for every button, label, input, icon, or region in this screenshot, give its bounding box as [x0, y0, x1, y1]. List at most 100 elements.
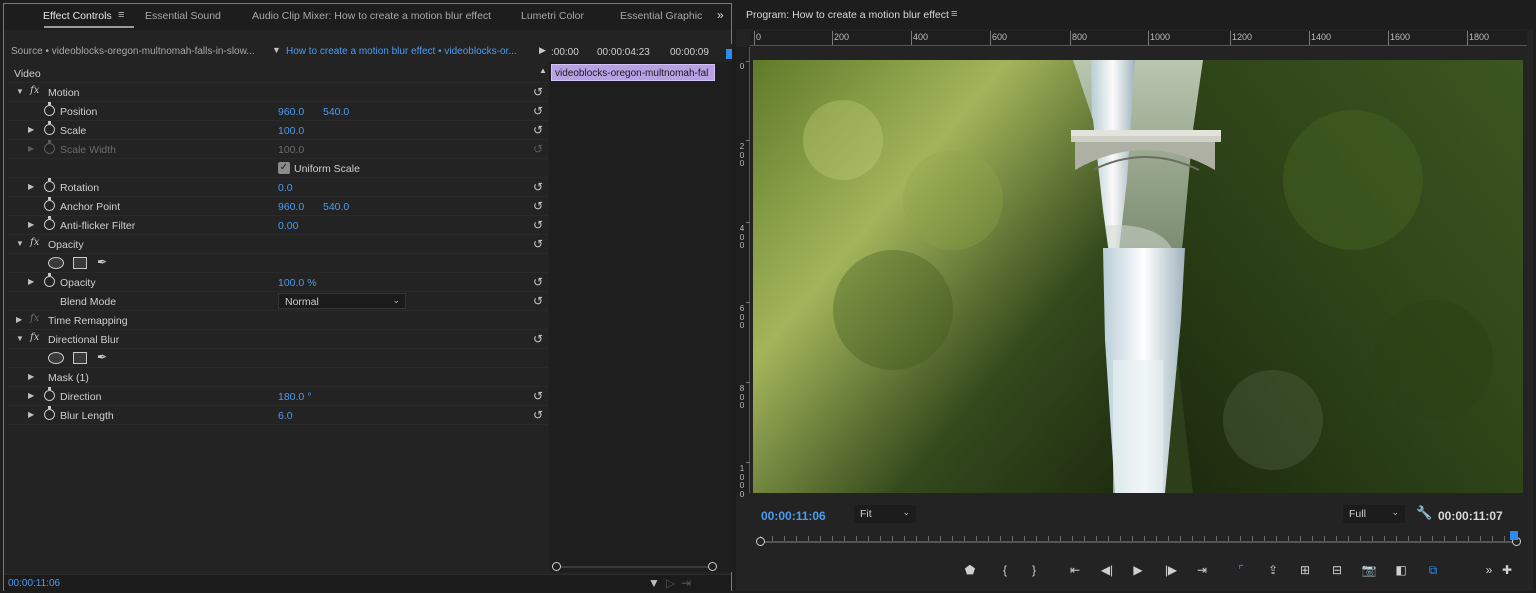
twirl-down-icon[interactable]: ▼	[16, 87, 24, 96]
stopwatch-icon[interactable]	[44, 406, 55, 420]
scale-value[interactable]: 100.0	[278, 125, 304, 137]
fx-toggle-icon[interactable]: fx	[30, 332, 39, 343]
program-monitor-title[interactable]: Program: How to create a motion blur eff…	[746, 9, 949, 21]
stopwatch-icon[interactable]	[44, 273, 55, 287]
twirl-right-icon[interactable]: ▶	[28, 372, 34, 381]
twirl-right-icon[interactable]: ▶	[28, 391, 34, 400]
add-button-icon[interactable]: ✚	[1498, 563, 1516, 577]
go-to-out-icon[interactable]: ⇥	[1193, 563, 1211, 577]
show-timeline-icon[interactable]: ▶	[539, 45, 546, 56]
reset-icon[interactable]: ↺	[533, 408, 543, 422]
twirl-right-icon[interactable]: ▶	[16, 315, 22, 324]
scrubber-track[interactable]	[760, 541, 1516, 543]
effect-controls-timeline[interactable]: :00:00 00:00:04:23 00:00:09 videoblocks-…	[549, 44, 732, 572]
playhead-marker[interactable]	[1510, 531, 1518, 540]
insert-icon[interactable]: ⊞	[1296, 563, 1314, 577]
reset-icon[interactable]: ↺	[533, 180, 543, 194]
go-to-in-icon[interactable]: ⇤	[1066, 563, 1084, 577]
zoom-level-select[interactable]: Fit ⌄	[854, 505, 916, 523]
timeline-clip[interactable]: videoblocks-oregon-multnomah-fal	[551, 64, 715, 81]
panel-menu-icon[interactable]: ≡	[951, 8, 957, 20]
reset-icon[interactable]: ↺	[533, 199, 543, 213]
twirl-right-icon[interactable]: ▶	[28, 220, 34, 229]
stopwatch-icon[interactable]	[44, 102, 55, 116]
playback-resolution-select[interactable]: Full ⌄	[1343, 505, 1405, 523]
effect-row-time-remapping[interactable]: ▶ fx Time Remapping	[8, 311, 548, 330]
effect-row-directional-blur[interactable]: ▼ fx Directional Blur ↺	[8, 330, 548, 349]
twirl-right-icon[interactable]: ▶	[28, 277, 34, 286]
mask-label[interactable]: Mask (1)	[48, 372, 89, 384]
overwrite-icon[interactable]: ⊟	[1328, 563, 1346, 577]
tab-essential-graphics[interactable]: Essential Graphic	[620, 10, 702, 22]
pen-mask-icon[interactable]: ✒	[97, 255, 107, 269]
filter-icon[interactable]: ▼	[648, 576, 666, 590]
twirl-right-icon[interactable]: ▶	[28, 410, 34, 419]
twirl-down-icon[interactable]: ▼	[16, 239, 24, 248]
effect-row-motion[interactable]: ▼ fx Motion ↺	[8, 83, 548, 102]
sequence-clip-link[interactable]: How to create a motion blur effect • vid…	[286, 46, 517, 57]
stopwatch-icon[interactable]	[44, 387, 55, 401]
step-back-icon[interactable]: ◀|	[1098, 563, 1116, 577]
reset-icon[interactable]: ↺	[533, 332, 543, 346]
reset-icon[interactable]: ↺	[533, 294, 543, 308]
program-scrubber[interactable]	[756, 531, 1521, 549]
collapse-arrow-icon[interactable]: ▲	[539, 66, 547, 75]
stopwatch-icon[interactable]	[44, 121, 55, 135]
direction-value[interactable]: 180.0 °	[278, 391, 311, 403]
panel-menu-icon[interactable]: ≡	[118, 9, 124, 21]
tab-essential-sound[interactable]: Essential Sound	[145, 10, 221, 22]
reset-icon[interactable]: ↺	[533, 389, 543, 403]
reset-icon[interactable]: ↺	[533, 123, 543, 137]
rotation-value[interactable]: 0.0	[278, 182, 293, 194]
timeline-zoom-track[interactable]	[555, 566, 716, 568]
tab-lumetri-color[interactable]: Lumetri Color	[521, 10, 584, 22]
tab-audio-clip-mixer[interactable]: Audio Clip Mixer: How to create a motion…	[252, 10, 491, 22]
tab-overflow-icon[interactable]: »	[717, 8, 724, 22]
twirl-down-icon[interactable]: ▼	[16, 334, 24, 343]
fx-toggle-icon[interactable]: fx	[30, 237, 39, 248]
mark-out-icon[interactable]: }	[1025, 563, 1043, 577]
twirl-right-icon[interactable]: ▶	[28, 182, 34, 191]
timeline-ruler[interactable]: :00:00 00:00:04:23 00:00:09	[549, 44, 732, 62]
reset-icon[interactable]: ↺	[533, 218, 543, 232]
stopwatch-icon[interactable]	[44, 197, 55, 211]
lift-icon[interactable]: ⌜	[1232, 563, 1250, 577]
reset-icon[interactable]: ↺	[533, 237, 543, 251]
zoom-handle-left[interactable]	[552, 562, 561, 571]
playhead-timecode[interactable]: 00:00:11:06	[761, 509, 826, 523]
pen-mask-icon[interactable]: ✒	[97, 350, 107, 364]
mark-in-icon[interactable]: {	[996, 563, 1014, 577]
effect-row-opacity[interactable]: ▼ fx Opacity ↺	[8, 235, 548, 254]
export-frame-icon[interactable]: 📷	[1360, 563, 1378, 577]
zoom-handle-right[interactable]	[708, 562, 717, 571]
ellipse-mask-icon[interactable]	[48, 352, 64, 364]
stopwatch-icon[interactable]	[44, 178, 55, 192]
marker-icon[interactable]: ⬟	[961, 563, 979, 577]
extract-icon[interactable]: ⇪	[1264, 563, 1282, 577]
current-timecode[interactable]: 00:00:11:06	[8, 578, 60, 589]
settings-wrench-icon[interactable]: 🔧	[1416, 505, 1432, 521]
program-video-frame[interactable]	[753, 60, 1523, 493]
fx-toggle-icon[interactable]: fx	[30, 85, 39, 96]
more-icon[interactable]: »	[1480, 563, 1498, 577]
anchor-y-value[interactable]: 540.0	[323, 201, 349, 213]
blend-mode-select[interactable]: Normal ⌄	[278, 293, 406, 309]
chevron-down-icon[interactable]: ▼	[272, 45, 281, 55]
stopwatch-icon[interactable]	[44, 216, 55, 230]
uniform-scale-checkbox[interactable]: ✓	[278, 162, 290, 174]
opacity-value[interactable]: 100.0 %	[278, 277, 317, 289]
play-icon[interactable]: ▶	[1129, 563, 1147, 577]
rectangle-mask-icon[interactable]	[73, 257, 87, 269]
step-forward-icon[interactable]: |▶	[1162, 563, 1180, 577]
ellipse-mask-icon[interactable]	[48, 257, 64, 269]
vr-icon[interactable]: ⧉	[1424, 563, 1442, 578]
blur-length-value[interactable]: 6.0	[278, 410, 293, 422]
anti-flicker-value[interactable]: 0.00	[278, 220, 298, 232]
comparison-view-icon[interactable]: ◧	[1392, 563, 1410, 577]
twirl-right-icon[interactable]: ▶	[28, 125, 34, 134]
playhead-marker[interactable]	[726, 49, 732, 59]
position-x-value[interactable]: 960.0	[278, 106, 304, 118]
anchor-x-value[interactable]: 960.0	[278, 201, 304, 213]
zoom-handle-left[interactable]	[756, 537, 765, 546]
reset-icon[interactable]: ↺	[533, 104, 543, 118]
